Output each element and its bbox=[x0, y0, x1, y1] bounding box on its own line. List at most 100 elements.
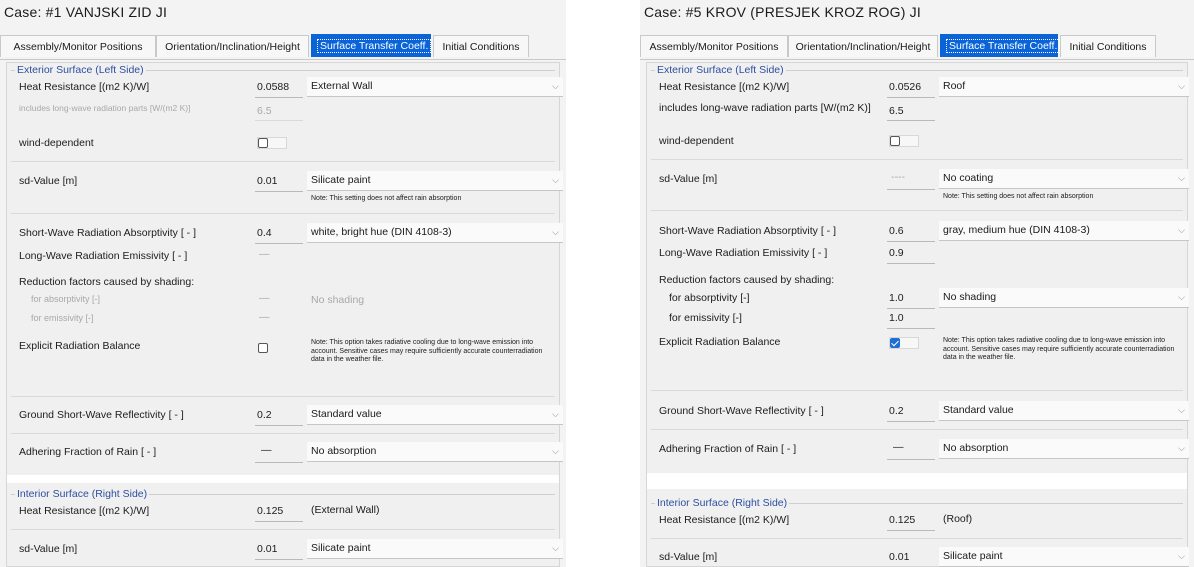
chevron-down-icon: ⌵ bbox=[1178, 225, 1185, 235]
divider bbox=[887, 263, 935, 264]
sw-absorptivity-select-value: gray, medium hue (DIN 4108-3) bbox=[943, 224, 1090, 236]
divider bbox=[255, 243, 303, 244]
heat-resistance-select[interactable]: External Wall ⌵ bbox=[307, 77, 563, 97]
sd-value-select[interactable]: No coating ⌵ bbox=[939, 169, 1189, 189]
chevron-down-icon: ⌵ bbox=[552, 446, 559, 456]
sw-absorptivity-select[interactable]: gray, medium hue (DIN 4108-3) ⌵ bbox=[939, 221, 1189, 241]
int-sd-value-select-value: Silicate paint bbox=[311, 542, 371, 554]
explicit-balance-checkbox[interactable] bbox=[258, 343, 268, 353]
ground-reflectivity-value[interactable]: 0.2 bbox=[889, 405, 904, 417]
sw-absorptivity-label: Short-Wave Radiation Absorptivity [ - ] bbox=[659, 225, 837, 237]
long-wave-parts-value: 6.5 bbox=[257, 105, 272, 117]
adhering-rain-select[interactable]: No absorption ⌵ bbox=[939, 439, 1189, 459]
heat-resistance-value[interactable]: 0.0588 bbox=[257, 81, 289, 93]
ground-reflectivity-select[interactable]: Standard value ⌵ bbox=[939, 401, 1189, 421]
explicit-balance-checkbox[interactable] bbox=[890, 338, 900, 348]
int-sd-value-label: sd-Value [m] bbox=[659, 551, 718, 563]
divider bbox=[887, 459, 935, 460]
int-heat-resistance-type-value: (External Wall) bbox=[311, 504, 380, 516]
surface-transfer-form: Exterior Surface (Left Side) Heat Resist… bbox=[6, 62, 563, 567]
int-sd-value-value[interactable]: 0.01 bbox=[257, 543, 277, 555]
heat-resistance-value[interactable]: 0.0526 bbox=[889, 81, 921, 93]
divider bbox=[255, 97, 303, 98]
ground-reflectivity-select[interactable]: Standard value ⌵ bbox=[307, 405, 563, 425]
sd-value-value[interactable]: 0.01 bbox=[257, 175, 277, 187]
int-heat-resistance-type: (External Wall) bbox=[307, 501, 563, 521]
chevron-down-icon: ⌵ bbox=[552, 175, 559, 185]
sw-absorptivity-value[interactable]: 0.6 bbox=[889, 225, 904, 237]
chevron-down-icon: ⌵ bbox=[1178, 443, 1185, 453]
tab-orientation[interactable]: Orientation/Inclination/Height bbox=[156, 35, 309, 57]
chevron-down-icon: ⌵ bbox=[552, 227, 559, 237]
lw-emissivity-label: Long-Wave Radiation Emissivity [ - ] bbox=[19, 250, 188, 262]
divider bbox=[651, 210, 1183, 211]
sd-value-select[interactable]: Silicate paint ⌵ bbox=[307, 171, 563, 191]
int-sd-value-select[interactable]: Silicate paint ⌵ bbox=[939, 547, 1189, 567]
shading-select[interactable]: No shading ⌵ bbox=[939, 288, 1189, 308]
sd-note: Note: This setting does not affect rain … bbox=[311, 195, 462, 202]
ground-reflectivity-value[interactable]: 0.2 bbox=[257, 409, 272, 421]
ground-reflectivity-label: Ground Short-Wave Reflectivity [ - ] bbox=[659, 405, 824, 417]
chevron-down-icon: ⌵ bbox=[552, 81, 559, 91]
case-panel-right: Case: #5 KROV (PRESJEK KROZ ROG) JI Asse… bbox=[640, 0, 1194, 567]
case-title: Case: #5 KROV (PRESJEK KROZ ROG) JI bbox=[644, 4, 921, 20]
int-sd-value-select[interactable]: Silicate paint ⌵ bbox=[307, 539, 563, 559]
heat-resistance-select[interactable]: Roof ⌵ bbox=[939, 77, 1189, 97]
tab-bar: Assembly/Monitor Positions Orientation/I… bbox=[640, 34, 1194, 60]
adhering-rain-value: — bbox=[261, 444, 272, 456]
divider bbox=[887, 308, 935, 309]
tab-initial-conditions[interactable]: Initial Conditions bbox=[433, 35, 529, 57]
tab-surface-transfer[interactable]: Surface Transfer Coeff. bbox=[311, 34, 432, 57]
lw-emissivity-value[interactable]: 0.9 bbox=[889, 247, 904, 259]
surface-transfer-form: Exterior Surface (Left Side) Heat Resist… bbox=[646, 62, 1189, 567]
wind-dependent-checkbox[interactable] bbox=[890, 136, 900, 146]
int-heat-resistance-value[interactable]: 0.125 bbox=[257, 505, 283, 517]
wind-dependent-checkbox[interactable] bbox=[258, 138, 268, 148]
divider bbox=[255, 425, 303, 426]
divider bbox=[651, 538, 1183, 539]
wind-dependent-label: wind-dependent bbox=[659, 135, 734, 147]
chevron-down-icon: ⌵ bbox=[552, 409, 559, 419]
explicit-note: Note: This option takes radiative coolin… bbox=[943, 337, 1175, 361]
for-emissivity-value[interactable]: 1.0 bbox=[889, 312, 904, 324]
sd-note: Note: This setting does not affect rain … bbox=[943, 193, 1094, 200]
tab-surface-transfer[interactable]: Surface Transfer Coeff. bbox=[940, 34, 1061, 57]
tab-orientation[interactable]: Orientation/Inclination/Height bbox=[788, 35, 938, 57]
exterior-group-title: Exterior Surface (Left Side) bbox=[655, 64, 786, 76]
tab-surface-transfer-label: Surface Transfer Coeff. bbox=[317, 39, 432, 53]
exterior-group-title: Exterior Surface (Left Side) bbox=[15, 64, 146, 76]
int-heat-resistance-label: Heat Resistance [(m2 K)/W] bbox=[19, 505, 150, 517]
divider bbox=[255, 120, 303, 121]
for-absorptivity-value[interactable]: 1.0 bbox=[889, 292, 904, 304]
divider bbox=[887, 530, 935, 531]
explicit-balance-label: Explicit Radiation Balance bbox=[19, 340, 141, 352]
adhering-rain-value: — bbox=[893, 441, 904, 453]
adhering-rain-label: Adhering Fraction of Rain [ - ] bbox=[659, 443, 797, 455]
ground-reflectivity-select-value: Standard value bbox=[943, 404, 1014, 416]
adhering-rain-select[interactable]: No absorption ⌵ bbox=[307, 442, 563, 462]
explicit-balance-label: Explicit Radiation Balance bbox=[659, 336, 781, 348]
sd-value-label: sd-Value [m] bbox=[19, 175, 78, 187]
for-absorptivity-value: — bbox=[259, 292, 270, 304]
sd-value-value[interactable]: ---- bbox=[891, 171, 905, 183]
divider bbox=[651, 390, 1183, 391]
lw-emissivity-value: — bbox=[259, 248, 270, 260]
tab-initial-conditions[interactable]: Initial Conditions bbox=[1060, 35, 1156, 57]
reduction-factors-label: Reduction factors caused by shading: bbox=[19, 276, 195, 288]
tab-assembly[interactable]: Assembly/Monitor Positions bbox=[0, 35, 156, 57]
divider bbox=[11, 396, 555, 397]
int-sd-value-select-value: Silicate paint bbox=[943, 550, 1003, 562]
sd-value-label: sd-Value [m] bbox=[659, 173, 718, 185]
int-heat-resistance-value[interactable]: 0.125 bbox=[889, 514, 915, 526]
for-emissivity-label: for emissivity [-] bbox=[669, 312, 742, 324]
sw-absorptivity-value[interactable]: 0.4 bbox=[257, 227, 272, 239]
tab-assembly[interactable]: Assembly/Monitor Positions bbox=[640, 35, 788, 57]
int-sd-value-value[interactable]: 0.01 bbox=[889, 551, 909, 563]
long-wave-parts-value[interactable]: 6.5 bbox=[889, 105, 904, 117]
for-absorptivity-label: for absorptivity [-] bbox=[669, 292, 750, 304]
divider bbox=[887, 421, 935, 422]
long-wave-parts-label: includes long-wave radiation parts [W/(m… bbox=[659, 102, 871, 114]
sw-absorptivity-select[interactable]: white, bright hue (DIN 4108-3) ⌵ bbox=[307, 223, 563, 243]
chevron-down-icon: ⌵ bbox=[1178, 173, 1185, 183]
long-wave-parts-label: includes long-wave radiation parts [W/(m… bbox=[19, 103, 191, 113]
